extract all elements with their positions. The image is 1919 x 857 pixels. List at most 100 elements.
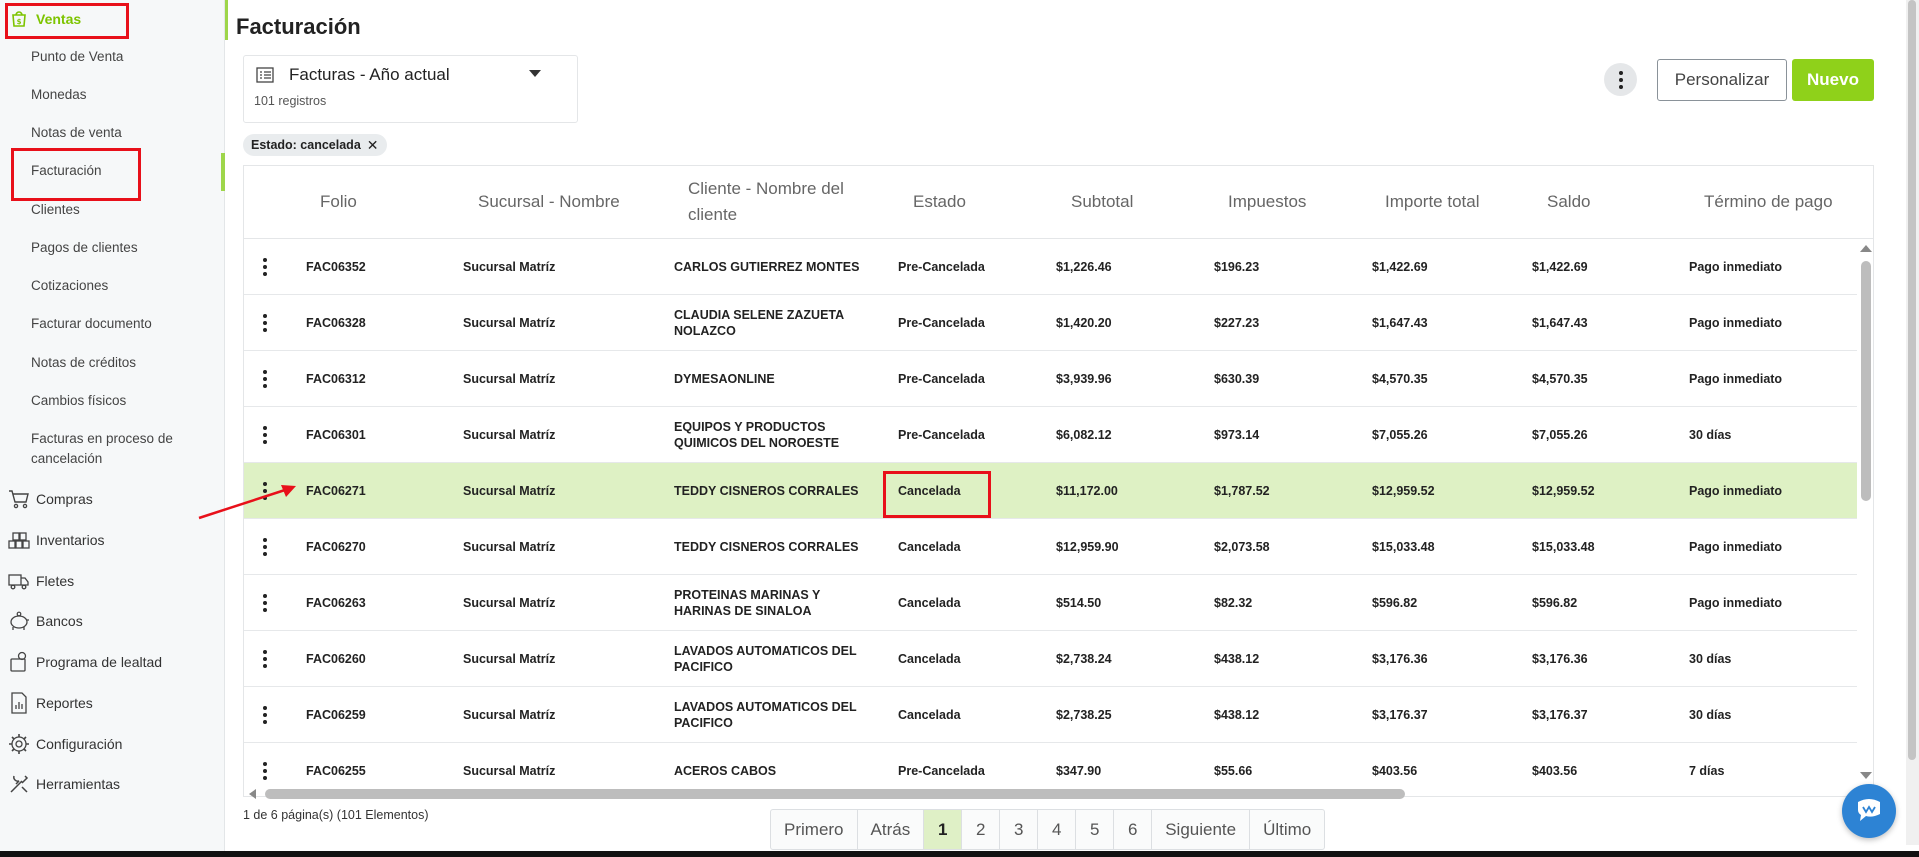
cell-sucursal: Sucursal Matríz bbox=[463, 428, 556, 442]
sidebar-item-reportes[interactable]: Reportes bbox=[8, 692, 93, 714]
scroll-left-icon[interactable] bbox=[249, 789, 256, 799]
row-menu-icon[interactable] bbox=[260, 705, 270, 725]
cell-cliente-line1: LAVADOS AUTOMATICOS DEL bbox=[674, 644, 857, 658]
row-menu-icon[interactable] bbox=[260, 593, 270, 613]
chat-support-button[interactable] bbox=[1842, 784, 1896, 838]
cell-importe-total: $15,033.48 bbox=[1372, 540, 1435, 554]
personalizar-button[interactable]: Personalizar bbox=[1657, 59, 1787, 101]
sidebar-item-inventarios[interactable]: Inventarios bbox=[8, 529, 104, 551]
row-menu-icon[interactable] bbox=[260, 313, 270, 333]
table-row[interactable]: FAC06263 Sucursal Matríz Cancelada $514.50 $… bbox=[244, 575, 1857, 631]
sidebar-item-label: Herramientas bbox=[36, 776, 121, 792]
pager-page-2[interactable]: 2 bbox=[962, 810, 1001, 849]
row-menu-icon[interactable] bbox=[260, 369, 270, 389]
sidebar-item-label: Ventas bbox=[36, 11, 82, 27]
sidebar-item-herramientas[interactable]: Herramientas bbox=[8, 773, 120, 795]
cell-importe-total: $403.56 bbox=[1372, 764, 1418, 778]
pager-page-4[interactable]: 4 bbox=[1038, 810, 1077, 849]
sidebar-subitem-cotizaciones[interactable]: Cotizaciones bbox=[31, 276, 108, 296]
sidebar-subitem-clientes[interactable]: Clientes bbox=[31, 200, 80, 220]
table-row[interactable]: FAC06328 Sucursal Matríz Pre-Cancelada $1,4… bbox=[244, 295, 1857, 351]
row-menu-icon[interactable] bbox=[260, 257, 270, 277]
sidebar-subitem-facturar-documento[interactable]: Facturar documento bbox=[31, 314, 152, 334]
pager-next[interactable]: Siguiente bbox=[1152, 810, 1251, 849]
cell-folio: FAC06259 bbox=[306, 708, 366, 722]
col-header-impuestos[interactable]: Impuestos bbox=[1228, 189, 1306, 215]
row-menu-icon[interactable] bbox=[260, 537, 270, 557]
col-header-cliente[interactable]: Cliente - Nombre del cliente bbox=[688, 176, 844, 228]
cell-importe-total: $7,055.26 bbox=[1372, 428, 1428, 442]
sidebar-item-label: Compras bbox=[36, 491, 93, 507]
cell-importe-total: $1,422.69 bbox=[1372, 260, 1428, 274]
col-header-sucursal[interactable]: Sucursal - Nombre bbox=[478, 189, 620, 215]
sidebar-subitem-monedas[interactable]: Monedas bbox=[31, 85, 87, 105]
pager-page-1[interactable]: 1 bbox=[924, 810, 963, 849]
table-row[interactable]: FAC06312 Sucursal Matríz Pre-Cancelada $3,9… bbox=[244, 351, 1857, 407]
table-row[interactable]: FAC06259 Sucursal Matríz Cancelada $2,738.2… bbox=[244, 687, 1857, 743]
col-header-termino-de-pago[interactable]: Término de pago bbox=[1704, 189, 1833, 215]
cell-termino-de-pago: 30 días bbox=[1689, 708, 1732, 722]
table-row[interactable]: FAC06271 Sucursal Matríz Cancelada $11,172.… bbox=[244, 463, 1857, 519]
active-indicator bbox=[221, 153, 225, 191]
vertical-scroll-thumb[interactable] bbox=[1861, 261, 1871, 501]
pager-last[interactable]: Último bbox=[1250, 810, 1324, 849]
cell-subtotal: $1,226.46 bbox=[1056, 260, 1112, 274]
cell-termino-de-pago: 30 días bbox=[1689, 428, 1732, 442]
col-header-saldo[interactable]: Saldo bbox=[1547, 189, 1590, 215]
sidebar-subitem-punto-de-venta[interactable]: Punto de Venta bbox=[31, 47, 123, 67]
row-menu-icon[interactable] bbox=[260, 649, 270, 669]
cell-folio: FAC06271 bbox=[306, 484, 366, 498]
sidebar-subitem-label-line2: cancelación bbox=[31, 451, 103, 466]
sidebar-item-programa-de-lealtad[interactable]: Programa de lealtad bbox=[8, 651, 162, 673]
cell-saldo: $1,647.43 bbox=[1532, 316, 1588, 330]
more-options-button[interactable] bbox=[1604, 63, 1637, 96]
sidebar-item-compras[interactable]: Compras bbox=[8, 488, 93, 510]
sidebar-item-label: Bancos bbox=[36, 613, 83, 629]
cell-cliente-line1: CARLOS GUTIERREZ MONTES bbox=[674, 260, 860, 274]
tools-icon bbox=[8, 773, 30, 795]
table-row[interactable]: FAC06270 Sucursal Matríz Cancelada $12,959.… bbox=[244, 519, 1857, 575]
pager-back[interactable]: Atrás bbox=[858, 810, 925, 849]
cell-cliente-line1: EQUIPOS Y PRODUCTOS bbox=[674, 420, 826, 434]
sidebar-subitem-pagos-de-clientes[interactable]: Pagos de clientes bbox=[31, 238, 138, 258]
sidebar-item-fletes[interactable]: Fletes bbox=[8, 570, 74, 592]
col-header-estado[interactable]: Estado bbox=[913, 189, 966, 215]
view-selector[interactable]: Facturas - Año actual 101 registros bbox=[243, 55, 578, 123]
sidebar-subitem-facturas-cancelacion[interactable]: Facturas en proceso de cancelación bbox=[31, 429, 173, 469]
row-menu-icon[interactable] bbox=[260, 425, 270, 445]
sidebar-item-ventas[interactable]: $ Ventas bbox=[8, 8, 81, 30]
pager-page-6[interactable]: 6 bbox=[1114, 810, 1153, 849]
sidebar-subitem-notas-de-venta[interactable]: Notas de venta bbox=[31, 123, 122, 143]
horizontal-scroll-thumb[interactable] bbox=[265, 789, 1405, 799]
table-row[interactable]: FAC06352 Sucursal Matríz Pre-Cancelada $1,2… bbox=[244, 239, 1857, 295]
close-icon[interactable]: ✕ bbox=[367, 137, 379, 154]
cell-importe-total: $4,570.35 bbox=[1372, 372, 1428, 386]
cell-folio: FAC06352 bbox=[306, 260, 366, 274]
sidebar-subitem-facturacion[interactable]: Facturación bbox=[31, 161, 102, 181]
col-header-folio[interactable]: Folio bbox=[320, 189, 357, 215]
sidebar-item-bancos[interactable]: Bancos bbox=[8, 610, 83, 632]
cell-cliente-line2: NOLAZCO bbox=[674, 324, 736, 338]
filter-chip: Estado: cancelada ✕ bbox=[243, 134, 387, 156]
nuevo-button[interactable]: Nuevo bbox=[1792, 59, 1874, 101]
cell-estado: Cancelada bbox=[898, 652, 961, 666]
col-header-importe-total[interactable]: Importe total bbox=[1385, 189, 1480, 215]
chevron-down-icon[interactable] bbox=[529, 70, 541, 77]
cell-impuestos: $438.12 bbox=[1214, 708, 1260, 722]
cell-sucursal: Sucursal Matríz bbox=[463, 372, 556, 386]
table-row[interactable]: FAC06301 Sucursal Matríz Pre-Cancelada $6,0… bbox=[244, 407, 1857, 463]
sidebar-subitem-cambios-fisicos[interactable]: Cambios físicos bbox=[31, 391, 126, 411]
row-menu-icon[interactable] bbox=[260, 761, 270, 781]
sidebar-item-configuracion[interactable]: Configuración bbox=[8, 733, 122, 755]
page-scroll-thumb[interactable] bbox=[1908, 0, 1916, 760]
table-row[interactable]: FAC06260 Sucursal Matríz Cancelada $2,738.2… bbox=[244, 631, 1857, 687]
scroll-down-icon[interactable] bbox=[1860, 772, 1872, 779]
sidebar-subitem-notas-de-creditos[interactable]: Notas de créditos bbox=[31, 353, 136, 373]
scroll-up-icon[interactable] bbox=[1860, 245, 1872, 252]
cell-sucursal: Sucursal Matríz bbox=[463, 540, 556, 554]
cell-impuestos: $82.32 bbox=[1214, 596, 1253, 610]
pager-first[interactable]: Primero bbox=[771, 810, 858, 849]
col-header-subtotal[interactable]: Subtotal bbox=[1071, 189, 1133, 215]
pager-page-3[interactable]: 3 bbox=[1000, 810, 1039, 849]
pager-page-5[interactable]: 5 bbox=[1076, 810, 1115, 849]
